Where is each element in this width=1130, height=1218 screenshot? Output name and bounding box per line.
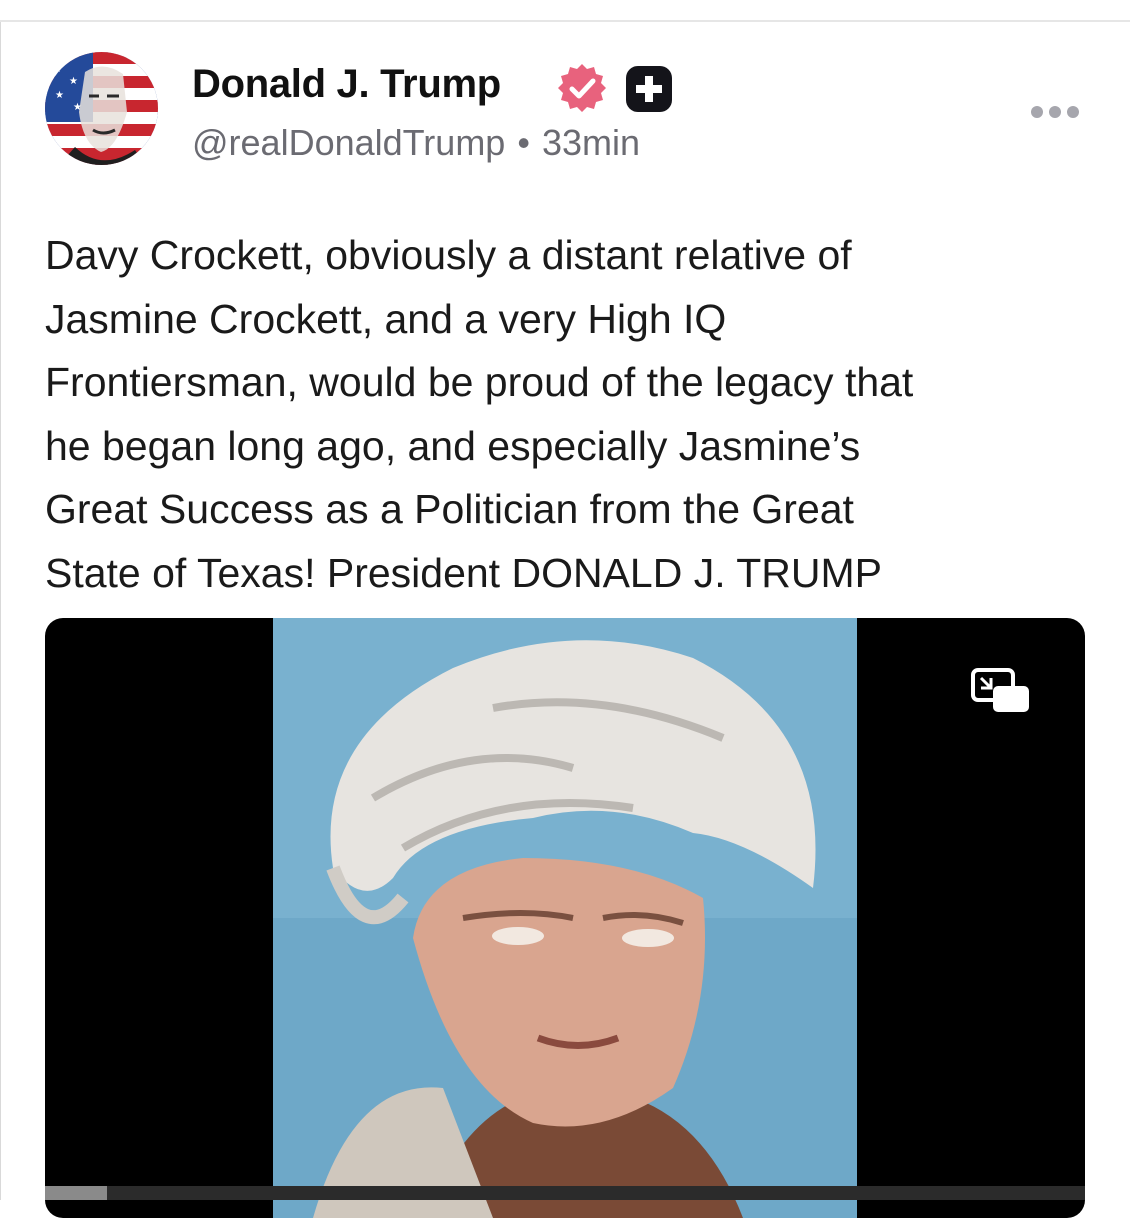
- picture-in-picture-icon[interactable]: [969, 666, 1033, 716]
- author-handle[interactable]: @realDonaldTrump: [192, 122, 505, 163]
- separator-dot: •: [517, 122, 530, 163]
- svg-text:★: ★: [55, 90, 64, 101]
- video-thumbnail: [273, 618, 857, 1218]
- avatar[interactable]: ★ ★ ★ ★: [45, 52, 158, 165]
- post-body-text: Davy Crockett, obviously a distant relat…: [45, 232, 914, 596]
- verified-badge-icon: [558, 64, 606, 112]
- top-divider: [0, 20, 1130, 22]
- left-border: [0, 22, 1, 1200]
- plus-badge-icon: [626, 66, 672, 112]
- more-options-icon[interactable]: [1020, 92, 1090, 132]
- author-name[interactable]: Donald J. Trump: [192, 62, 501, 107]
- video-player[interactable]: [45, 618, 1085, 1218]
- handle-line: @realDonaldTrump • 33min: [192, 122, 640, 164]
- video-progress-track[interactable]: [45, 1186, 1085, 1200]
- post-timestamp[interactable]: 33min: [542, 122, 640, 163]
- svg-text:★: ★: [53, 64, 62, 75]
- video-progress-fill: [45, 1186, 108, 1200]
- svg-text:★: ★: [69, 76, 78, 87]
